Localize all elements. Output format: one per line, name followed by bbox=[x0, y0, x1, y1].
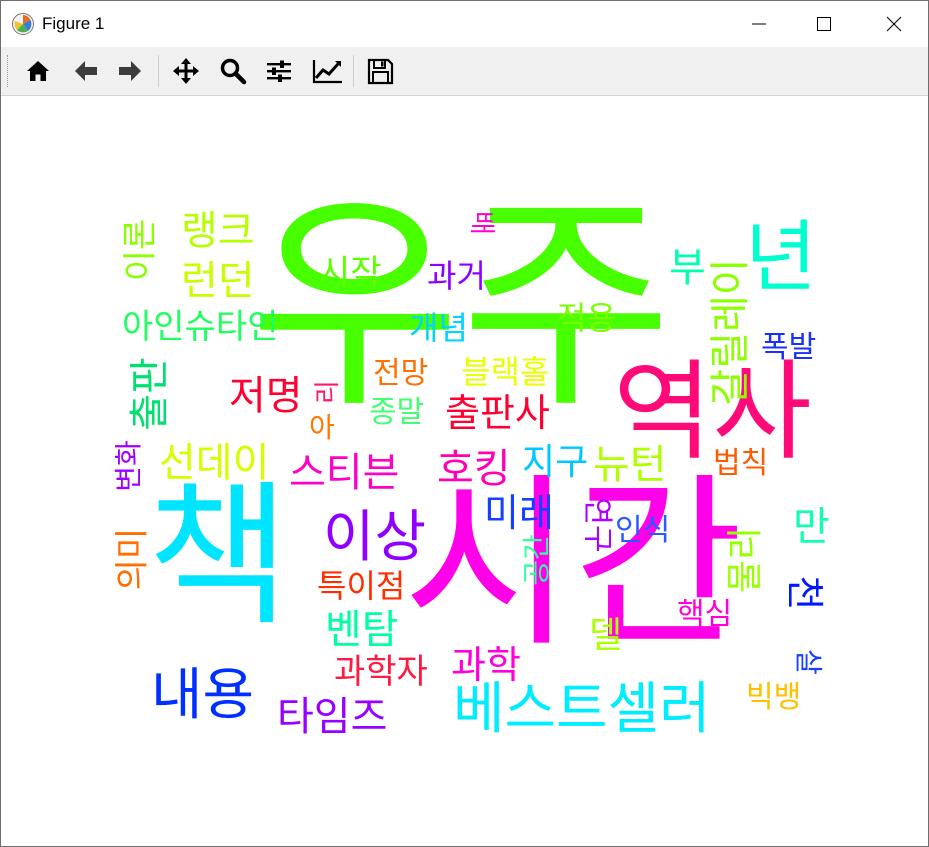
word-rangkeu: 랭크 bbox=[181, 208, 255, 254]
word-jeonmang: 전망 bbox=[373, 356, 429, 391]
word-a: 아 bbox=[309, 411, 335, 444]
pan-button[interactable] bbox=[169, 55, 203, 87]
edit-axis-icon bbox=[312, 60, 342, 84]
word-nyuteon: 뉴턴 bbox=[593, 442, 667, 488]
word-jeogyong: 적용 bbox=[557, 299, 616, 337]
word-sal: 살 bbox=[791, 649, 825, 675]
word-chaek: 책 bbox=[147, 466, 290, 647]
word-mirae: 미래 bbox=[484, 491, 554, 535]
word-insik: 인식 bbox=[615, 513, 671, 548]
home-icon bbox=[27, 61, 49, 81]
close-icon bbox=[886, 16, 902, 32]
word-ireon-vertical: 이론 bbox=[120, 218, 161, 282]
word-haeksim: 핵심 bbox=[677, 597, 733, 632]
word-gwahakja: 과학자 bbox=[334, 652, 428, 692]
minimize-button[interactable] bbox=[736, 1, 782, 47]
figure-window: Figure 1 우주 책 시간 역사 년 이론 랭크 런던 배 시작 과거 부… bbox=[0, 0, 929, 847]
word-jeomyeong: 저명 bbox=[229, 373, 303, 419]
back-button[interactable] bbox=[69, 55, 103, 87]
figure-canvas[interactable]: 우주 책 시간 역사 년 이론 랭크 런던 배 시작 과거 부 갈릴레이 아인슈… bbox=[1, 96, 928, 846]
word-bae: 배 bbox=[465, 211, 496, 235]
word-reondeon: 런던 bbox=[181, 258, 255, 304]
word-uimi: 의미 bbox=[112, 527, 153, 591]
word-pokbal: 폭발 bbox=[761, 330, 817, 365]
forward-arrow-icon bbox=[119, 61, 141, 81]
word-galilei: 갈릴레이 bbox=[707, 258, 754, 406]
word-nyeon: 년 bbox=[745, 213, 817, 303]
zoom-icon bbox=[220, 58, 247, 85]
word-mulli: 물리 bbox=[725, 526, 767, 594]
edit-axis-button[interactable] bbox=[308, 55, 342, 87]
word-del: 델 bbox=[589, 615, 623, 656]
toolbar-grip[interactable] bbox=[7, 55, 10, 87]
word-naeyong: 내용 bbox=[151, 663, 255, 728]
title-bar[interactable]: Figure 1 bbox=[1, 1, 928, 47]
word-hoking: 호킹 bbox=[437, 446, 511, 492]
save-icon bbox=[367, 58, 394, 85]
pan-icon bbox=[173, 58, 199, 84]
word-gaenyeom: 개념 bbox=[409, 309, 468, 347]
word-bentam: 벤탐 bbox=[325, 607, 399, 653]
word-teugijeom: 특이점 bbox=[317, 567, 406, 605]
forward-button[interactable] bbox=[113, 55, 147, 87]
word-jongmal: 종말 bbox=[369, 395, 425, 430]
word-besteuseller: 베스트셀러 bbox=[453, 677, 711, 742]
word-gwageo: 과거 bbox=[427, 257, 486, 295]
word-cheon: 천 bbox=[782, 575, 827, 611]
navigation-toolbar bbox=[1, 47, 928, 96]
word-ri: 리 bbox=[312, 380, 343, 404]
word-ainsyutain: 아인슈타인 bbox=[122, 307, 279, 347]
word-taimjeu: 타임즈 bbox=[277, 694, 388, 740]
word-seutibeun: 스티븐 bbox=[289, 450, 400, 496]
word-byeonhwa: 변화 bbox=[111, 440, 145, 492]
word-chulpansa: 출판사 bbox=[445, 391, 550, 435]
toolbar-separator bbox=[158, 55, 159, 87]
matplotlib-app-icon bbox=[12, 13, 34, 35]
toolbar-separator bbox=[353, 55, 354, 87]
save-button[interactable] bbox=[363, 55, 397, 87]
zoom-button[interactable] bbox=[216, 55, 250, 87]
word-bikbaeng: 빅뱅 bbox=[746, 680, 802, 715]
minimize-icon bbox=[752, 23, 766, 25]
word-jigu: 지구 bbox=[522, 442, 589, 483]
word-gonggan: 공간 bbox=[519, 534, 553, 586]
word-chulpan: 출판 bbox=[126, 357, 173, 431]
window-title: Figure 1 bbox=[42, 14, 105, 33]
word-bu: 부 bbox=[669, 245, 706, 291]
word-seondei: 선데이 bbox=[159, 440, 270, 486]
word-yeongu: 연구 bbox=[579, 497, 615, 553]
word-sijak: 시작 bbox=[319, 253, 382, 293]
close-button[interactable] bbox=[871, 1, 917, 47]
back-arrow-icon bbox=[75, 61, 97, 81]
word-isang: 이상 bbox=[323, 505, 427, 570]
word-beullaekhol: 블랙홀 bbox=[461, 353, 550, 391]
configure-subplots-icon bbox=[267, 60, 291, 82]
word-beopchik: 법칙 bbox=[713, 446, 769, 481]
home-button[interactable] bbox=[21, 55, 55, 87]
maximize-icon bbox=[817, 17, 831, 31]
maximize-button[interactable] bbox=[801, 1, 847, 47]
word-man: 만 bbox=[793, 504, 830, 550]
configure-subplots-button[interactable] bbox=[262, 55, 296, 87]
